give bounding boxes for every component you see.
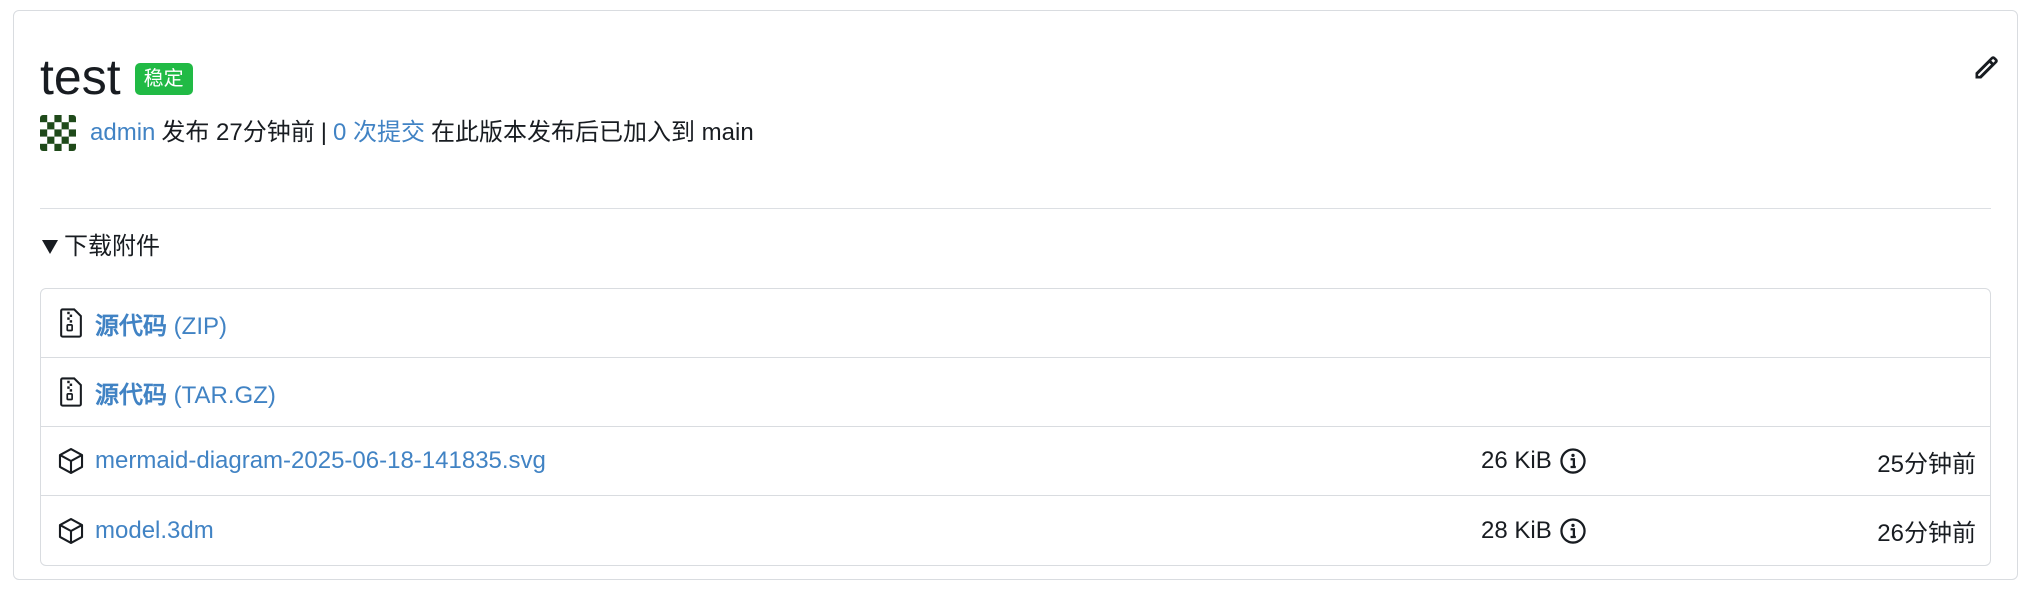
pencil-icon xyxy=(1975,56,1998,79)
list-item: 源代码 (TAR.GZ) xyxy=(41,358,1990,427)
downloads-toggle[interactable]: 下载附件 xyxy=(40,229,160,265)
meta-separator: | xyxy=(320,119,327,146)
release-title: test xyxy=(40,49,121,105)
commits-suffix: 在此版本发布后已加入到 main xyxy=(431,119,754,146)
asset-size: 26 KiB xyxy=(1481,446,1588,476)
file-zip-icon xyxy=(57,376,85,408)
commits-link[interactable]: 0 次提交 xyxy=(333,115,425,151)
asset-time: 26分钟前 xyxy=(1877,520,1976,547)
edit-release-button[interactable] xyxy=(1969,51,2003,85)
package-icon xyxy=(57,445,85,477)
release-header: test 稳定 xyxy=(40,47,193,107)
list-item: 源代码 (ZIP) xyxy=(41,289,1990,358)
identicon-icon xyxy=(40,115,76,151)
asset-link-source-zip[interactable]: 源代码 (ZIP) xyxy=(95,306,227,341)
package-icon xyxy=(57,515,85,547)
info-icon[interactable] xyxy=(1558,516,1588,546)
asset-size: 28 KiB xyxy=(1481,516,1588,546)
avatar[interactable] xyxy=(40,115,76,151)
asset-name-strong: 源代码 xyxy=(95,312,167,340)
author-link[interactable]: admin xyxy=(90,115,155,151)
asset-size-value: 26 KiB xyxy=(1481,447,1552,474)
asset-name: (TAR.GZ) xyxy=(173,381,276,409)
asset-name: (ZIP) xyxy=(173,312,227,340)
asset-time: 25分钟前 xyxy=(1877,450,1976,478)
stable-badge: 稳定 xyxy=(134,63,193,95)
asset-link[interactable]: mermaid-diagram-2025-06-18-141835.svg xyxy=(95,447,546,475)
published-time: 发布 27分钟前 xyxy=(161,119,315,146)
list-item: mermaid-diagram-2025-06-18-141835.svg 26… xyxy=(41,427,1990,496)
asset-name-strong: 源代码 xyxy=(95,381,167,409)
info-icon[interactable] xyxy=(1558,446,1588,476)
divider xyxy=(40,208,1991,209)
file-zip-icon xyxy=(57,307,85,339)
release-card: test 稳定 admin 发布 27分钟前 | 0 次提交 在此版本发布后已加… xyxy=(13,10,2018,580)
asset-link[interactable]: model.3dm xyxy=(95,517,214,545)
downloads-summary-label: 下载附件 xyxy=(64,233,160,260)
assets-list: 源代码 (ZIP) 源代码 (TAR.GZ) mermaid-diagram-2… xyxy=(40,288,1991,566)
asset-size-value: 28 KiB xyxy=(1481,516,1552,544)
list-item: model.3dm 28 KiB 26分钟前 xyxy=(41,496,1990,565)
asset-link-source-targz[interactable]: 源代码 (TAR.GZ) xyxy=(95,375,276,410)
triangle-down-icon xyxy=(42,240,58,254)
release-meta: admin 发布 27分钟前 | 0 次提交 在此版本发布后已加入到 main xyxy=(40,115,754,151)
